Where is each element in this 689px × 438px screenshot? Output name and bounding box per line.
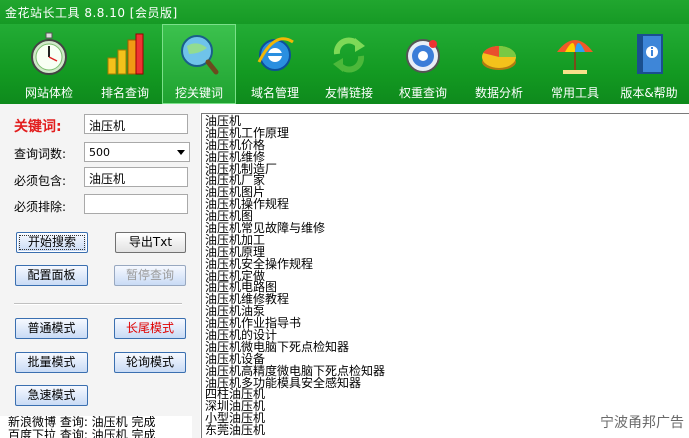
toolbar-item-site-check[interactable]: 网站体检 <box>12 24 86 104</box>
tachometer-icon <box>406 39 440 73</box>
query-count-label: 查询词数: <box>14 147 67 161</box>
keyword-input[interactable]: 油压机 <box>84 114 188 134</box>
toolbar-label: 网站体检 <box>24 86 73 100</box>
exclude-input[interactable] <box>84 194 188 214</box>
result-item[interactable]: 油压机工作原理 <box>205 127 689 140</box>
app-window: 金花站长工具 8.8.10 [会员版] 网站体检 排名查询 挖关键词 域名管理 … <box>0 0 689 438</box>
search-panel: 关键词: 油压机 查询词数: 500 必须包含: 油压机 必须排除: 开始搜索 … <box>0 104 200 438</box>
toolbar-item-data-analysis[interactable]: 数据分析 <box>462 24 536 104</box>
keyword-label: 关键词: <box>14 119 62 135</box>
result-item[interactable]: 油压机多功能模具安全感知器 <box>205 377 689 390</box>
include-input[interactable]: 油压机 <box>84 167 188 187</box>
result-item[interactable]: 油压机作业指导书 <box>205 317 689 330</box>
umbrella-icon <box>557 40 593 74</box>
toolbar-item-rank-query[interactable]: 排名查询 <box>88 24 162 104</box>
toolbar-item-version-help[interactable]: 版本&帮助 <box>612 24 686 104</box>
toolbar-label: 常用工具 <box>550 86 599 100</box>
stopwatch-icon <box>31 32 67 75</box>
bar-chart-icon <box>107 33 144 75</box>
result-item[interactable]: 油压机安全操作规程 <box>205 258 689 271</box>
result-item[interactable]: 油压机微电脑下死点检知器 <box>205 341 689 354</box>
toolbar-label: 挖关键词 <box>174 86 223 100</box>
result-item[interactable]: 油压机操作规程 <box>205 198 689 211</box>
result-item[interactable]: 油压机加工 <box>205 234 689 247</box>
result-item[interactable]: 油压机价格 <box>205 139 689 152</box>
results-ul: 油压机 油压机工作原理 油压机价格 油压机维修 油压机制造厂 油压机厂家 油压机图片 油压机操… <box>202 114 689 437</box>
exclude-label: 必须排除: <box>14 200 67 214</box>
toolbar-label: 友情链接 <box>324 86 373 100</box>
toolbar-item-domain-manage[interactable]: 域名管理 <box>238 24 312 104</box>
toolbar-label: 域名管理 <box>250 86 299 100</box>
title-bar: 金花站长工具 8.8.10 [会员版] <box>0 0 689 24</box>
refresh-arrows-icon <box>333 37 365 73</box>
result-item[interactable]: 油压机常见故障与维修 <box>205 222 689 235</box>
toolbar-item-dig-keywords[interactable]: 挖关键词 <box>162 24 236 104</box>
result-item[interactable]: 油压机厂家 <box>205 175 689 187</box>
longtail-mode-button[interactable]: 长尾模式 <box>114 318 186 339</box>
ie-globe-icon <box>257 37 294 71</box>
toolbar-label: 数据分析 <box>474 86 523 100</box>
include-label: 必须包含: <box>14 174 67 188</box>
query-count-select[interactable]: 500 <box>84 142 190 162</box>
toolbar-item-friend-links[interactable]: 友情链接 <box>312 24 386 104</box>
config-panel-button[interactable]: 配置面板 <box>15 265 88 286</box>
batch-mode-button[interactable]: 批量模式 <box>15 352 88 373</box>
status-line: 百度下拉 查询: 油压机 完成 <box>8 428 156 438</box>
pause-query-button[interactable]: 暂停查询 <box>114 265 186 286</box>
normal-mode-button[interactable]: 普通模式 <box>15 318 88 339</box>
ad-text[interactable]: 宁波甬邦广告 <box>600 412 684 432</box>
window-title: 金花站长工具 8.8.10 [会员版] <box>5 6 178 20</box>
main-toolbar: 网站体检 排名查询 挖关键词 域名管理 友情链接 权重查询 数据分析 常用工具 … <box>0 24 689 104</box>
result-item[interactable]: 油压机制造厂 <box>205 163 689 176</box>
chevron-down-icon <box>177 150 185 155</box>
divider <box>14 303 182 305</box>
poll-mode-button[interactable]: 轮询模式 <box>114 352 186 373</box>
keyword-results-list[interactable]: 油压机 油压机工作原理 油压机价格 油压机维修 油压机制造厂 油压机厂家 油压机图片 油压机操… <box>201 113 689 438</box>
result-item[interactable]: 四柱油压机 <box>205 389 689 401</box>
export-txt-button[interactable]: 导出Txt <box>115 232 186 253</box>
magnifier-globe-icon <box>181 35 219 75</box>
result-item[interactable]: 油压机维修教程 <box>205 293 689 306</box>
start-search-button[interactable]: 开始搜索 <box>16 232 88 253</box>
pie-chart-icon <box>482 45 516 70</box>
toolbar-item-weight-query[interactable]: 权重查询 <box>386 24 460 104</box>
info-book-icon <box>637 34 663 74</box>
result-item[interactable]: 油压机维修 <box>205 151 689 164</box>
toolbar-item-common-tools[interactable]: 常用工具 <box>538 24 612 104</box>
fast-mode-button[interactable]: 急速模式 <box>15 385 88 406</box>
toolbar-label: 权重查询 <box>398 86 447 100</box>
toolbar-label: 版本&帮助 <box>620 86 678 100</box>
status-log: 新浪微博 查询: 油压机 完成 百度下拉 查询: 油压机 完成 <box>0 416 192 438</box>
query-count-value: 500 <box>89 146 110 159</box>
toolbar-label: 排名查询 <box>100 86 149 100</box>
result-item[interactable]: 油压机定做 <box>205 270 689 283</box>
